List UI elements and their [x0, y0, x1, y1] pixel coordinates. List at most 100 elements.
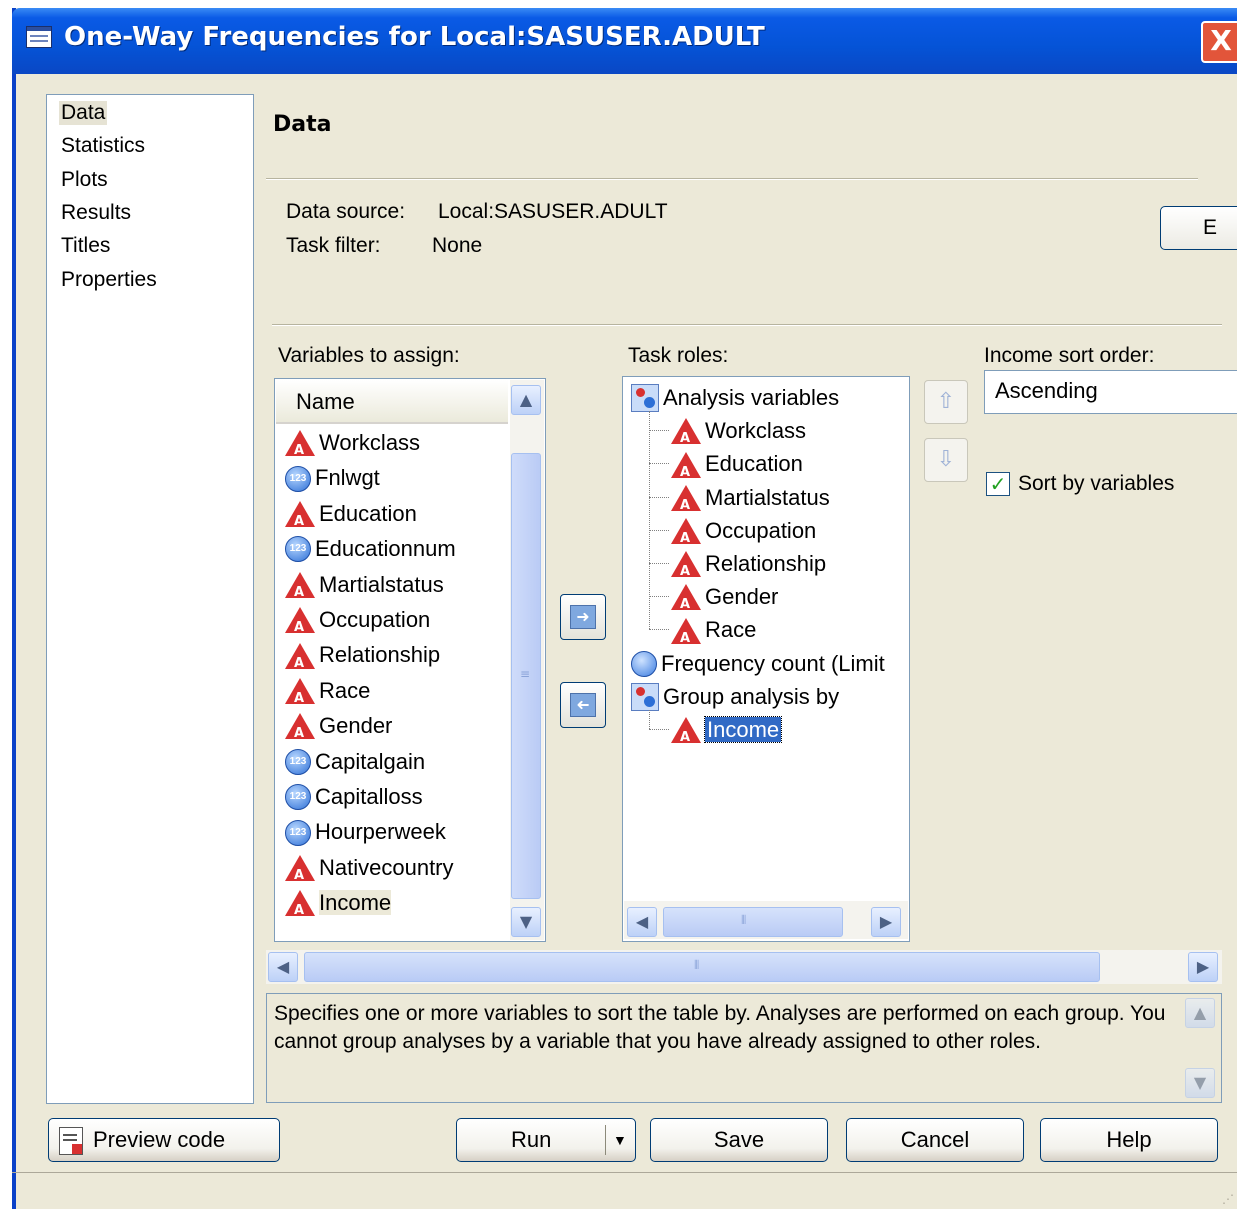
preview-code-button[interactable]: Preview code	[48, 1118, 280, 1162]
character-variable-icon	[285, 430, 315, 466]
nav-item-data[interactable]: Data	[59, 101, 108, 125]
analysis-variable-item-label: Education	[705, 451, 803, 477]
character-variable-icon	[285, 854, 315, 891]
analysis-variable-item-label: Relationship	[705, 551, 827, 577]
resize-grip-icon[interactable]: ⋰	[1222, 1192, 1234, 1206]
variable-item-label: Capitalloss	[315, 784, 423, 810]
variable-item-label: Workclass	[319, 430, 421, 456]
variable-item[interactable]: 123 Educationnum	[285, 533, 456, 563]
nav-item-results[interactable]: Results	[61, 201, 131, 225]
analysis-variable-item[interactable]: Workclass	[671, 415, 806, 454]
variable-item-label: Gender	[319, 713, 393, 739]
arrow-left-icon: ➜	[570, 693, 596, 717]
nav-item-statistics[interactable]: Statistics	[61, 134, 145, 158]
variable-item[interactable]: Nativecountry	[285, 852, 454, 891]
variable-item-label: Nativecountry	[319, 854, 454, 880]
variable-item[interactable]: 123 Capitalgain	[285, 746, 425, 776]
variable-item[interactable]: Workclass	[285, 427, 421, 466]
group-analysis-role[interactable]: Group analysis by	[631, 681, 839, 711]
scroll-down-button[interactable]: ▼	[511, 907, 541, 937]
data-source-label: Data source:	[286, 200, 406, 223]
role-group-icon	[631, 384, 659, 413]
nav-item-properties[interactable]: Properties	[61, 268, 157, 292]
sort-order-select[interactable]: Ascending	[984, 370, 1237, 414]
variable-item[interactable]: Martialstatus	[285, 569, 444, 608]
sort-by-variables-checkbox[interactable]: ✓	[986, 472, 1010, 496]
group-analysis-role-label: Group analysis by	[663, 683, 840, 709]
scroll-right-button[interactable]: ▶	[871, 907, 901, 937]
variable-item[interactable]: Education	[285, 498, 417, 537]
scroll-thumb[interactable]	[304, 952, 1100, 982]
analysis-variable-item[interactable]: Race	[671, 614, 756, 654]
help-button[interactable]: Help	[1040, 1118, 1218, 1162]
window-title: One-Way Frequencies for Local:SASUSER.AD…	[64, 22, 765, 52]
remove-from-role-button[interactable]: ➜	[560, 682, 606, 728]
analysis-variable-item[interactable]: Martialstatus	[671, 482, 830, 521]
help-text-box: Specifies one or more variables to sort …	[266, 993, 1222, 1103]
add-to-role-button[interactable]: ➜	[560, 594, 606, 640]
status-bar	[12, 1172, 1237, 1173]
grip-icon: ⦀	[694, 958, 700, 972]
analysis-variable-item[interactable]: Education	[671, 448, 803, 488]
variable-item[interactable]: Relationship	[285, 639, 441, 679]
move-up-button[interactable]: ⇧	[924, 380, 968, 424]
cancel-button[interactable]: Cancel	[846, 1118, 1024, 1162]
variable-item-label: Education	[319, 500, 417, 526]
scroll-up-button[interactable]: ▲	[1185, 998, 1215, 1028]
sort-by-variables-label: Sort by variables	[1018, 472, 1175, 495]
scroll-right-button[interactable]: ▶	[1188, 952, 1218, 982]
section-title: Data	[273, 112, 332, 137]
numeric-variable-icon: 123	[285, 465, 311, 492]
analysis-variables-role-label: Analysis variables	[663, 385, 840, 411]
numeric-variable-icon: 123	[285, 784, 311, 811]
group-variable-item[interactable]: Income	[671, 714, 783, 753]
nav-item-titles[interactable]: Titles	[61, 234, 110, 258]
scroll-down-button[interactable]: ▼	[1185, 1068, 1215, 1098]
move-down-button[interactable]: ⇩	[924, 438, 968, 482]
variable-item[interactable]: Income	[285, 887, 392, 926]
name-column-header[interactable]: Name	[276, 380, 508, 424]
edit-button[interactable]: E	[1160, 206, 1237, 250]
close-icon: X	[1210, 24, 1232, 57]
character-variable-icon	[671, 617, 701, 654]
variable-item[interactable]: Gender	[285, 710, 393, 749]
scroll-left-button[interactable]: ◀	[627, 907, 657, 937]
variable-item[interactable]: Race	[285, 675, 370, 714]
dropdown-arrow-icon[interactable]: ▼	[613, 1119, 627, 1161]
character-variable-icon	[285, 890, 315, 926]
variables-list[interactable]: Name Workclass123FnlwgtEducation123Educa…	[274, 378, 546, 942]
analysis-variable-item[interactable]: Occupation	[671, 515, 816, 554]
preview-code-label: Preview code	[93, 1127, 226, 1152]
variable-item[interactable]: 123 Fnlwgt	[285, 462, 380, 492]
frequency-count-role-label: Frequency count (Limit	[661, 650, 885, 676]
variable-item-label: Hourperweek	[315, 819, 446, 845]
variable-item[interactable]: 123 Hourperweek	[285, 816, 446, 846]
close-button[interactable]: X	[1201, 21, 1237, 63]
scroll-left-button[interactable]: ◀	[268, 952, 298, 982]
character-variable-icon	[671, 451, 701, 488]
arrow-right-icon: ➜	[570, 605, 596, 629]
variable-item-label: Fnlwgt	[315, 465, 380, 491]
divider	[266, 178, 1198, 180]
variable-item[interactable]: Occupation	[285, 604, 430, 643]
task-roles-tree[interactable]: Analysis variables Workclass Education Mart…	[622, 376, 910, 942]
task-filter-value: None	[432, 234, 483, 257]
sort-order-label: Income sort order:	[984, 344, 1155, 367]
frequency-count-role[interactable]: Frequency count (Limit	[631, 648, 885, 678]
check-icon: ✓	[989, 472, 1007, 496]
scroll-up-button[interactable]: ▲	[511, 385, 541, 415]
nav-item-plots[interactable]: Plots	[61, 168, 108, 192]
analysis-variable-item[interactable]: Relationship	[671, 548, 827, 587]
variable-item-label: Relationship	[319, 642, 441, 668]
variable-item[interactable]: 123 Capitalloss	[285, 781, 423, 811]
frequency-role-icon	[631, 650, 657, 677]
save-button[interactable]: Save	[650, 1118, 828, 1162]
arrow-down-icon: ⇩	[936, 447, 956, 472]
run-button[interactable]: Run ▼	[456, 1118, 636, 1162]
preview-code-icon	[59, 1127, 83, 1155]
group-variable-item-label: Income	[703, 716, 783, 744]
character-variable-icon	[671, 418, 701, 454]
scroll-thumb[interactable]	[663, 907, 843, 937]
analysis-variable-item[interactable]: Gender	[671, 581, 778, 620]
analysis-variables-role[interactable]: Analysis variables	[631, 382, 840, 413]
